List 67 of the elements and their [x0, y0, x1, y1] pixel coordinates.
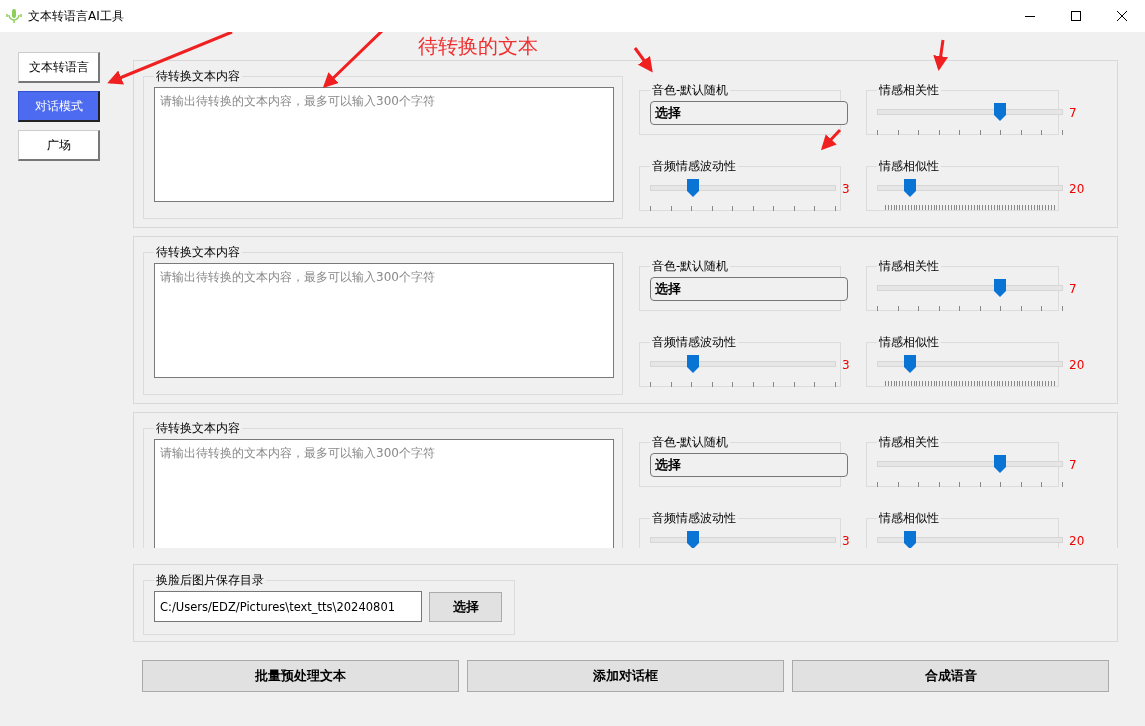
select-button[interactable]: 选择 [650, 101, 848, 125]
microphone-icon [6, 8, 22, 24]
group-label: 音频情感波动性 [651, 511, 737, 525]
text-input[interactable]: 请输出待转换的文本内容，最多可以输入300个字符 [154, 439, 614, 548]
slider-thumb[interactable] [686, 355, 699, 373]
slider-thumb[interactable] [686, 531, 699, 548]
group-label: 情感相似性 [878, 335, 940, 349]
slider-thumb[interactable] [993, 279, 1006, 297]
group-label: 音频情感波动性 [651, 159, 737, 173]
select-button[interactable]: 选择 [650, 453, 848, 477]
group-label: 换脸后图片保存目录 [155, 573, 265, 587]
group-label: 待转换文本内容 [155, 245, 241, 259]
slider-value: 7 [1069, 457, 1078, 474]
annotation-arrow [933, 39, 949, 71]
slider-track[interactable] [877, 455, 1063, 473]
group-label: 音色-默认随机 [651, 435, 730, 449]
window-title: 文本转语言AI工具 [28, 8, 124, 25]
maximize-icon [1071, 11, 1081, 21]
nav-tab[interactable]: 文本转语言 [18, 52, 100, 83]
group-label: 音色-默认随机 [651, 259, 730, 273]
group-label: 音频情感波动性 [651, 335, 737, 349]
slider-value: 20 [1069, 357, 1083, 374]
slider-track[interactable] [650, 179, 836, 197]
text-input[interactable]: 请输出待转换的文本内容，最多可以输入300个字符 [154, 263, 614, 378]
slider-value: 20 [1069, 181, 1083, 198]
annotation-arrow [633, 47, 653, 73]
group-label: 情感相似性 [878, 511, 940, 525]
select-button[interactable]: 选择 [650, 277, 848, 301]
slider-thumb[interactable] [686, 179, 699, 197]
annotation-text: 待转换的文本 [418, 36, 538, 56]
nav-tab[interactable]: 对话模式 [18, 91, 100, 122]
annotation-arrow [820, 128, 842, 151]
slider-track[interactable] [877, 531, 1063, 548]
close-icon [1117, 11, 1127, 21]
slider-track[interactable] [650, 531, 836, 548]
slider-value: 3 [842, 533, 851, 548]
group-label: 待转换文本内容 [155, 69, 241, 83]
group-label: 情感相似性 [878, 159, 940, 173]
nav-tab[interactable]: 广场 [18, 130, 100, 161]
slider-value: 20 [1069, 533, 1083, 548]
text-input[interactable]: 请输出待转换的文本内容，最多可以输入300个字符 [154, 87, 614, 202]
action-button[interactable]: 批量预处理文本 [142, 660, 459, 692]
slider-track[interactable] [877, 103, 1063, 121]
slider-track[interactable] [877, 279, 1063, 297]
slider-thumb[interactable] [993, 455, 1006, 473]
group-label: 音色-默认随机 [651, 83, 730, 97]
slider-value: 7 [1069, 281, 1078, 298]
slider-value: 3 [842, 357, 851, 374]
select-button[interactable]: 选择 [429, 591, 502, 622]
slider-thumb[interactable] [904, 355, 917, 373]
group-label: 情感相关性 [878, 259, 940, 273]
slider-thumb[interactable] [993, 103, 1006, 121]
slider-value: 3 [842, 181, 851, 198]
action-button[interactable]: 合成语音 [792, 660, 1109, 692]
action-button[interactable]: 添加对话框 [467, 660, 784, 692]
minimize-icon [1025, 15, 1035, 17]
group-label: 情感相关性 [878, 435, 940, 449]
group-label: 情感相关性 [878, 83, 940, 97]
slider-value: 7 [1069, 105, 1078, 122]
slider-thumb[interactable] [904, 179, 917, 197]
slider-thumb[interactable] [904, 531, 917, 548]
annotation-arrow [322, 32, 385, 89]
slider-track[interactable] [650, 355, 836, 373]
path-field[interactable]: C:/Users/EDZ/Pictures\text_tts\20240801 [154, 591, 422, 622]
slider-track[interactable] [877, 355, 1063, 373]
group-label: 待转换文本内容 [155, 421, 241, 435]
slider-track[interactable] [877, 179, 1063, 197]
